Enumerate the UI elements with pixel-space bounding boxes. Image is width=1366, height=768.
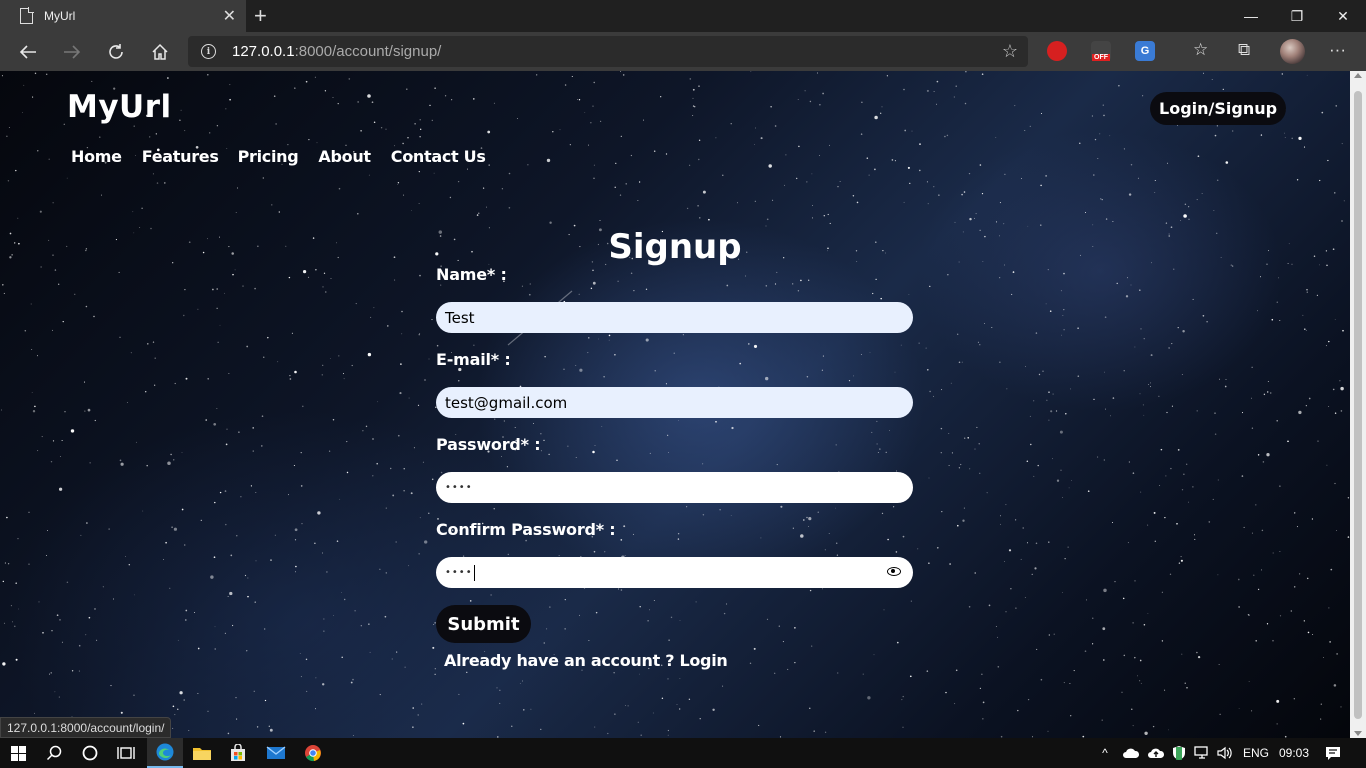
url-text[interactable]: 127.0.0.1:8000/account/signup/ <box>232 43 441 60</box>
taskbar-chrome[interactable] <box>295 738 331 768</box>
taskbar-mail[interactable] <box>258 738 294 768</box>
off-badge: OFF <box>1092 54 1110 61</box>
profile-avatar[interactable] <box>1280 39 1305 64</box>
windows-taskbar: ^ ENG 09:03 <box>0 738 1366 768</box>
nav-pricing[interactable]: Pricing <box>238 147 299 166</box>
password-label: Password* : <box>436 435 541 454</box>
tab-title: MyUrl <box>44 9 76 23</box>
search-icon <box>46 745 62 761</box>
favorites-icon[interactable]: ☆ <box>1193 40 1208 60</box>
windows-logo-icon <box>10 745 26 761</box>
already-have-account-text: Already have an account ? <box>444 651 680 670</box>
email-value: test@gmail.com <box>445 393 568 412</box>
home-button[interactable] <box>145 38 175 66</box>
login-prompt: Already have an account ? Login <box>444 651 913 670</box>
url-path: :8000/account/signup/ <box>294 43 442 60</box>
new-tab-button[interactable]: + <box>254 3 267 29</box>
cortana-circle-icon <box>82 745 98 761</box>
task-view-button[interactable] <box>108 738 144 768</box>
action-center-icon[interactable] <box>1318 738 1348 768</box>
taskbar-edge[interactable] <box>147 738 183 768</box>
task-view-icon <box>117 747 135 759</box>
browser-tab-bar: MyUrl ✕ + — ❐ ✕ <box>0 0 1366 32</box>
site-logo[interactable]: MyUrl <box>67 89 172 125</box>
adblock-extension-icon[interactable] <box>1047 41 1067 61</box>
translate-extension-icon[interactable]: G <box>1135 41 1155 61</box>
back-button[interactable] <box>13 38 43 66</box>
close-window-button[interactable]: ✕ <box>1320 0 1366 32</box>
page-icon <box>20 7 34 24</box>
name-field[interactable]: Test <box>436 302 913 333</box>
folder-icon <box>193 748 211 760</box>
taskbar-store[interactable] <box>220 738 256 768</box>
page-scrollbar[interactable] <box>1350 71 1366 738</box>
main-nav: Home Features Pricing About Contact Us <box>71 147 506 166</box>
window-controls: — ❐ ✕ <box>1228 0 1366 32</box>
cortana-button[interactable] <box>72 738 108 768</box>
confirm-password-value: •••• <box>445 567 473 578</box>
browser-toolbar: i 127.0.0.1:8000/account/signup/ ☆ OFF G… <box>0 32 1366 71</box>
login-signup-button[interactable]: Login/Signup <box>1150 92 1287 125</box>
nav-contact-us[interactable]: Contact Us <box>391 147 486 166</box>
store-bag-icon <box>231 744 245 761</box>
clock[interactable]: 09:03 <box>1276 738 1312 768</box>
refresh-icon <box>109 44 123 59</box>
address-bar[interactable]: i 127.0.0.1:8000/account/signup/ ☆ <box>188 36 1028 67</box>
password-field[interactable]: •••• <box>436 472 913 503</box>
show-hidden-icons-chevron-icon[interactable]: ^ <box>1097 738 1113 768</box>
email-field[interactable]: test@gmail.com <box>436 387 913 418</box>
text-caret <box>473 564 475 581</box>
refresh-button[interactable] <box>101 38 131 66</box>
favorite-star-icon[interactable]: ☆ <box>1002 41 1018 62</box>
minimize-button[interactable]: — <box>1228 0 1274 32</box>
search-button[interactable] <box>36 738 72 768</box>
url-host: 127.0.0.1 <box>232 43 295 60</box>
name-label: Name* : <box>436 265 507 284</box>
volume-speaker-icon[interactable] <box>1215 738 1235 768</box>
language-indicator[interactable]: ENG <box>1240 738 1272 768</box>
nav-features[interactable]: Features <box>142 147 219 166</box>
tab-close-icon[interactable]: ✕ <box>223 6 236 26</box>
signup-form: Name* : Test E-mail* : test@gmail.com Pa… <box>436 265 913 670</box>
browser-tab[interactable]: MyUrl ✕ <box>0 0 246 32</box>
email-label: E-mail* : <box>436 350 511 369</box>
name-value: Test <box>445 308 475 327</box>
off-extension-icon[interactable]: OFF <box>1091 41 1111 61</box>
collections-icon[interactable]: ⧉ <box>1238 40 1250 60</box>
back-arrow-icon <box>19 45 36 59</box>
signup-title: Signup <box>608 227 742 267</box>
submit-button[interactable]: Submit <box>436 605 531 643</box>
restore-button[interactable]: ❐ <box>1274 0 1320 32</box>
edge-browser-icon <box>156 743 174 761</box>
taskbar-file-explorer[interactable] <box>184 738 220 768</box>
forward-arrow-icon <box>64 45 81 59</box>
start-button[interactable] <box>0 738 36 768</box>
home-icon <box>152 43 168 60</box>
scroll-thumb[interactable] <box>1354 91 1362 719</box>
nav-about[interactable]: About <box>318 147 371 166</box>
confirm-password-field[interactable]: •••• <box>436 557 913 588</box>
status-bar-url: 127.0.0.1:8000/account/login/ <box>0 717 172 738</box>
nav-home[interactable]: Home <box>71 147 122 166</box>
scroll-up-arrow-icon[interactable] <box>1354 73 1362 78</box>
scroll-down-arrow-icon[interactable] <box>1354 731 1362 736</box>
password-value: •••• <box>445 482 473 493</box>
more-menu-icon[interactable]: ··· <box>1329 40 1346 60</box>
mail-icon <box>266 746 286 759</box>
security-shield-icon[interactable] <box>1169 738 1189 768</box>
network-icon[interactable] <box>1192 738 1212 768</box>
login-link[interactable]: Login <box>679 651 727 670</box>
page-viewport: MyUrl Login/Signup Home Features Pricing… <box>0 71 1350 738</box>
forward-button[interactable] <box>57 38 87 66</box>
onedrive-cloud-icon[interactable] <box>1120 738 1142 768</box>
reveal-password-eye-icon[interactable] <box>887 567 901 576</box>
site-info-icon[interactable]: i <box>201 44 216 59</box>
confirm-password-label: Confirm Password* : <box>436 520 616 539</box>
chrome-icon <box>305 745 321 762</box>
cloud-upload-icon[interactable] <box>1145 738 1167 768</box>
